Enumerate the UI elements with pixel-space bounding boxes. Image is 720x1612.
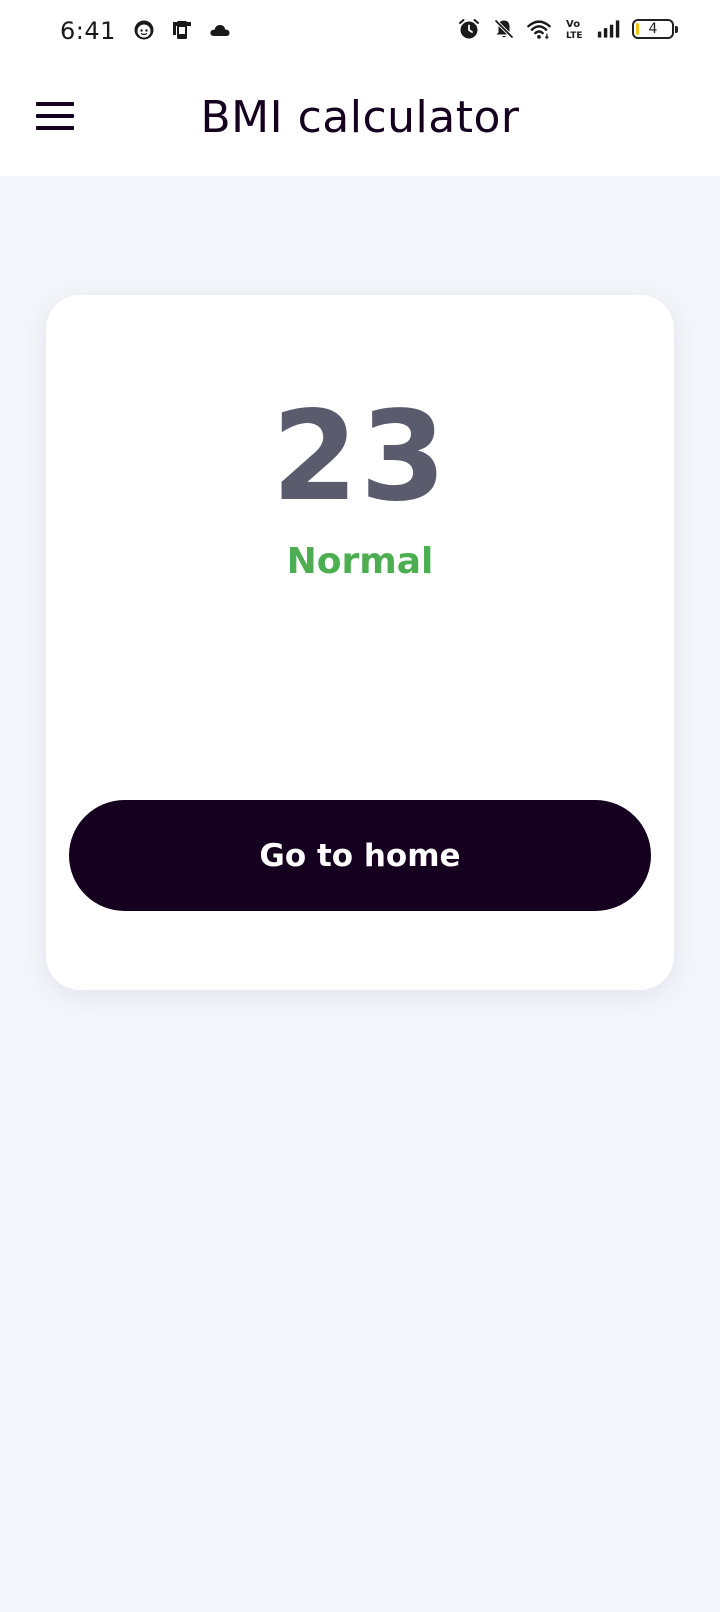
signal-icon — [597, 20, 620, 38]
cloud-icon — [210, 25, 230, 36]
battery-icon: 4 — [632, 19, 678, 39]
bmi-category: Normal — [286, 541, 434, 582]
status-right-icons: Vo LTE 4 — [457, 17, 678, 41]
result-card: 23 Normal Go to home — [46, 295, 674, 990]
face-notification-icon — [134, 20, 154, 40]
svg-text:LTE: LTE — [566, 31, 583, 41]
status-left-icons — [132, 18, 232, 42]
bmi-value: 23 — [271, 385, 449, 529]
status-bar: 6:41 Vo LTE 4 — [0, 0, 720, 64]
svg-text:Vo: Vo — [566, 19, 580, 30]
go-to-home-button[interactable]: Go to home — [69, 800, 651, 911]
battery-level: 4 — [648, 21, 658, 37]
alarm-icon — [459, 19, 479, 39]
phone-transfer-icon — [173, 21, 191, 39]
page-title: BMI calculator — [200, 92, 520, 143]
volte-icon: Vo LTE — [566, 19, 583, 41]
app-bar: BMI calculator — [0, 64, 720, 176]
status-time: 6:41 — [60, 17, 116, 45]
wifi-icon — [527, 20, 551, 40]
muted-bell-icon — [494, 19, 514, 39]
